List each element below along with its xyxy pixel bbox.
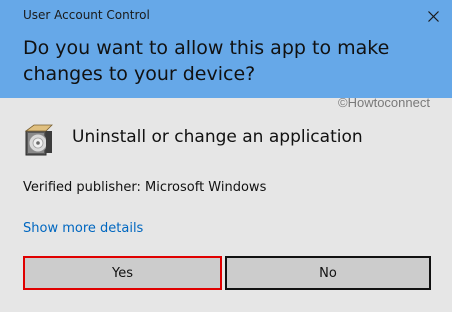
app-name: Uninstall or change an application: [72, 127, 363, 147]
uac-header: User Account Control Do you want to allo…: [0, 0, 452, 98]
window-title: User Account Control: [23, 8, 150, 22]
show-more-details-link[interactable]: Show more details: [23, 221, 143, 236]
close-icon: [427, 10, 439, 22]
installer-cd-icon: [24, 123, 54, 157]
no-button[interactable]: No: [225, 256, 431, 290]
uac-question: Do you want to allow this app to make ch…: [23, 37, 390, 85]
watermark: ©Howtoconnect: [338, 95, 430, 110]
publisher-info: Verified publisher: Microsoft Windows: [23, 180, 267, 195]
yes-button[interactable]: Yes: [23, 256, 222, 290]
close-button[interactable]: [418, 2, 448, 30]
